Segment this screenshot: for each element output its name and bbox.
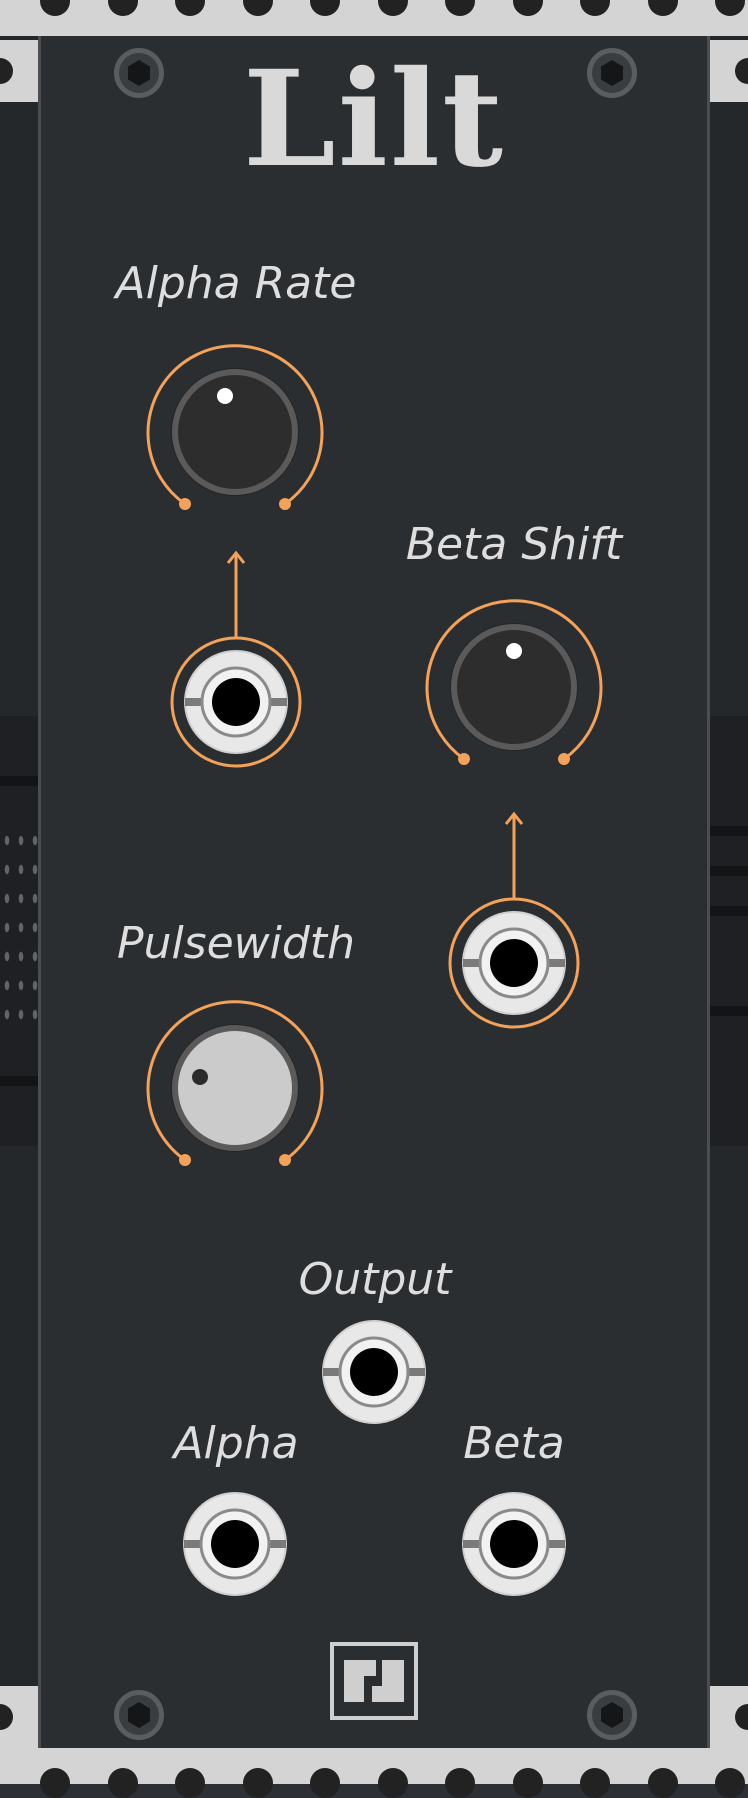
rail-hole [647,1768,678,1798]
rail-hole [310,0,340,16]
alpha-rate-cv-input[interactable] [166,545,306,770]
rack-rail-top [0,0,748,36]
rail-hole [512,0,543,16]
rail-hole [310,1768,340,1798]
rail-hole [107,0,138,16]
rail-hole [580,1768,610,1798]
rail-hole [175,0,205,16]
alpha-output-jack[interactable] [183,1492,287,1597]
rail-hole [512,1768,543,1798]
beta-output-label: Beta [463,1418,565,1469]
rail-hole [377,0,408,16]
alpha-output-label: Alpha [173,1418,299,1469]
rack-ear-right-bottom [710,1686,748,1748]
beta-shift-knob[interactable] [424,597,604,777]
rail-hole [715,1768,745,1798]
neighbor-dot-grid [0,826,38,1026]
pulsewidth-label: Pulsewidth [117,918,355,969]
hex-screw-icon [587,1690,637,1740]
beta-shift-cv-input[interactable] [444,806,584,1031]
rail-hole [107,1768,138,1798]
pulsewidth-knob[interactable] [145,998,325,1178]
rail-hole [715,0,745,16]
beta-output-jack[interactable] [462,1492,566,1597]
rail-hole [40,1768,70,1798]
alpha-rate-label: Alpha Rate [115,258,357,309]
beta-shift-label: Beta Shift [405,519,623,570]
rail-hole [647,0,678,16]
rack-ear-left-bottom [0,1686,38,1748]
alpha-rate-knob[interactable] [145,342,325,522]
module-title: Lilt [242,42,506,197]
rail-hole [580,0,610,16]
rail-hole [445,0,475,16]
rail-hole [242,1768,273,1798]
rail-hole [175,1768,205,1798]
neighbor-module-right [710,36,748,1748]
hex-screw-icon [114,1690,164,1740]
rail-hole [445,1768,475,1798]
rack-rail-bottom [0,1748,748,1798]
brand-logo-icon [330,1642,418,1720]
neighbor-panel-band [710,716,748,1146]
neighbor-module-left [0,36,38,1748]
rail-hole [40,0,70,16]
rail-hole [377,1768,408,1798]
output-label: Output [298,1254,452,1305]
output-jack[interactable] [322,1320,426,1425]
rail-hole [242,0,273,16]
